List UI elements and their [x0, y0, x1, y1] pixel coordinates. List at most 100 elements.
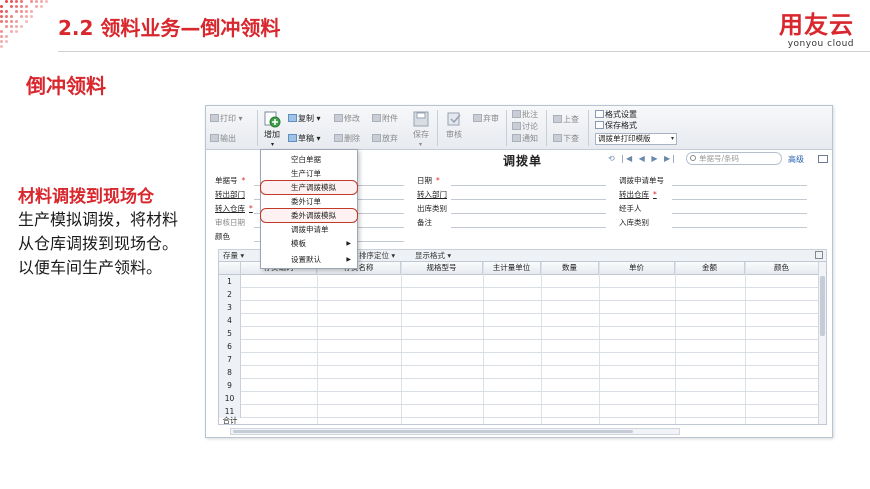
decorative-dot: [30, 10, 33, 13]
in-dept-field[interactable]: [451, 199, 606, 200]
horizontal-scrollbar[interactable]: [230, 428, 680, 435]
format-icon: [595, 110, 604, 118]
output-icon: [210, 134, 219, 142]
menu-item-outsourcing-transfer-simulation[interactable]: 委外调拨模拟: [260, 208, 358, 223]
table-row[interactable]: 1: [219, 275, 819, 288]
attachment-button[interactable]: 附件: [372, 113, 398, 125]
row-number: 8: [219, 366, 241, 379]
menu-item-set-default[interactable]: 设置默认 ▶: [261, 253, 357, 266]
toolbar-separator: [546, 110, 547, 146]
out-type-field[interactable]: [451, 213, 606, 214]
doc-no-label: 单据号 *: [215, 176, 246, 185]
in-type-field[interactable]: [672, 227, 807, 228]
table-row[interactable]: 7: [219, 353, 819, 366]
search-input[interactable]: 单据号/条码: [686, 152, 782, 165]
decorative-dot: [5, 40, 8, 43]
copy-icon: [288, 114, 297, 122]
save-format-button[interactable]: 保存格式: [595, 120, 637, 132]
discuss-icon: [512, 122, 521, 130]
next-lookup-button[interactable]: 下查: [553, 133, 579, 145]
table-row[interactable]: 9: [219, 379, 819, 392]
scrollbar-thumb[interactable]: [820, 276, 825, 336]
table-row[interactable]: 2: [219, 288, 819, 301]
abandon-button[interactable]: 放弃: [372, 133, 398, 145]
annotate-button[interactable]: 批注: [512, 109, 538, 121]
vertical-scrollbar[interactable]: [818, 262, 826, 424]
total-row-label: 合计: [222, 416, 238, 425]
delete-button[interactable]: 删除: [334, 133, 360, 145]
notify-button[interactable]: 通知: [512, 133, 538, 145]
layout-toggle-icon[interactable]: [818, 155, 828, 163]
print-template-select[interactable]: 调拨单打印模版 ▾: [595, 133, 677, 145]
column-header[interactable]: 颜色: [745, 262, 819, 275]
row-number-header: [219, 262, 241, 275]
request-no-field[interactable]: [672, 185, 807, 186]
table-row[interactable]: 5: [219, 327, 819, 340]
toolbar-separator: [588, 110, 589, 146]
previous-lookup-button[interactable]: 上查: [553, 114, 579, 126]
column-header[interactable]: 规格型号: [401, 262, 483, 275]
table-row[interactable]: 3: [219, 301, 819, 314]
menu-item-transfer-request[interactable]: 调拨申请单: [261, 223, 357, 236]
in-warehouse-label[interactable]: 转入仓库 *: [215, 203, 253, 214]
scrollbar-thumb[interactable]: [233, 430, 633, 433]
row-number: 2: [219, 288, 241, 301]
print-button[interactable]: 打印 ▾: [210, 113, 243, 125]
out-dept-label[interactable]: 转出部门: [215, 189, 245, 200]
out-warehouse-field[interactable]: [672, 199, 807, 200]
table-row[interactable]: 10: [219, 392, 819, 405]
table-row[interactable]: 6: [219, 340, 819, 353]
menu-item-outsourcing-order[interactable]: 委外订单: [261, 195, 357, 208]
decorative-dot: [10, 25, 13, 28]
menu-item-production-order[interactable]: 生产订单: [261, 167, 357, 180]
decorative-dot: [20, 10, 23, 13]
copy-button[interactable]: 复制 ▾: [288, 113, 321, 125]
column-header[interactable]: 金额: [675, 262, 745, 275]
request-no-label: 调拨申请单号: [619, 176, 664, 185]
save-dropdown-caret[interactable]: ▾: [419, 139, 422, 151]
output-button[interactable]: 输出: [210, 133, 236, 145]
out-warehouse-label[interactable]: 转出仓库 *: [619, 189, 657, 200]
draft-button[interactable]: 草稿 ▾: [288, 133, 321, 145]
table-row[interactable]: 11: [219, 405, 819, 418]
table-row[interactable]: 8: [219, 366, 819, 379]
column-header[interactable]: 数量: [541, 262, 599, 275]
date-label: 日期 *: [417, 176, 440, 185]
decorative-dot: [5, 10, 8, 13]
toolbar-separator: [437, 110, 438, 146]
handler-field[interactable]: [672, 213, 807, 214]
decorative-dot: [25, 10, 28, 13]
row-number: 9: [219, 379, 241, 392]
display-format-tab[interactable]: 显示格式 ▾: [415, 251, 451, 261]
decorative-dot: [20, 5, 23, 8]
remark-field[interactable]: [451, 227, 606, 228]
chevron-right-icon: ▶: [346, 240, 351, 247]
discuss-button[interactable]: 讨论: [512, 121, 538, 133]
menu-item-blank-doc[interactable]: 空白单据: [261, 153, 357, 166]
row-number: 4: [219, 314, 241, 327]
reverse-audit-button[interactable]: 弃审: [473, 113, 499, 125]
date-field[interactable]: [451, 185, 606, 186]
menu-item-template[interactable]: 模板 ▶: [261, 237, 357, 250]
decorative-dot: [15, 20, 18, 23]
table-row[interactable]: 4: [219, 314, 819, 327]
record-navigation[interactable]: ⟲ |◀ ◀ ▶ ▶|: [608, 154, 677, 163]
expand-icon[interactable]: [815, 251, 823, 259]
modify-button[interactable]: 修改: [334, 113, 360, 125]
decorative-dot: [0, 35, 3, 38]
up-lookup-icon: [553, 115, 562, 123]
in-dept-label[interactable]: 转入部门: [417, 189, 447, 200]
decorative-dot: [25, 15, 28, 18]
column-header[interactable]: 单价: [599, 262, 675, 275]
row-number: 3: [219, 301, 241, 314]
advanced-search-link[interactable]: 高级: [788, 154, 804, 165]
search-icon: [690, 155, 696, 161]
decorative-dot: [35, 0, 38, 3]
decorative-dot: [0, 45, 3, 48]
column-header[interactable]: 主计量单位: [483, 262, 541, 275]
sort-tab[interactable]: 排序定位 ▾: [359, 251, 395, 261]
audit-button[interactable]: 审核: [446, 129, 462, 141]
menu-item-production-transfer-simulation[interactable]: 生产调拨模拟: [260, 180, 358, 195]
decorative-dot: [10, 20, 13, 23]
stock-tab[interactable]: 存量 ▾: [223, 251, 244, 261]
